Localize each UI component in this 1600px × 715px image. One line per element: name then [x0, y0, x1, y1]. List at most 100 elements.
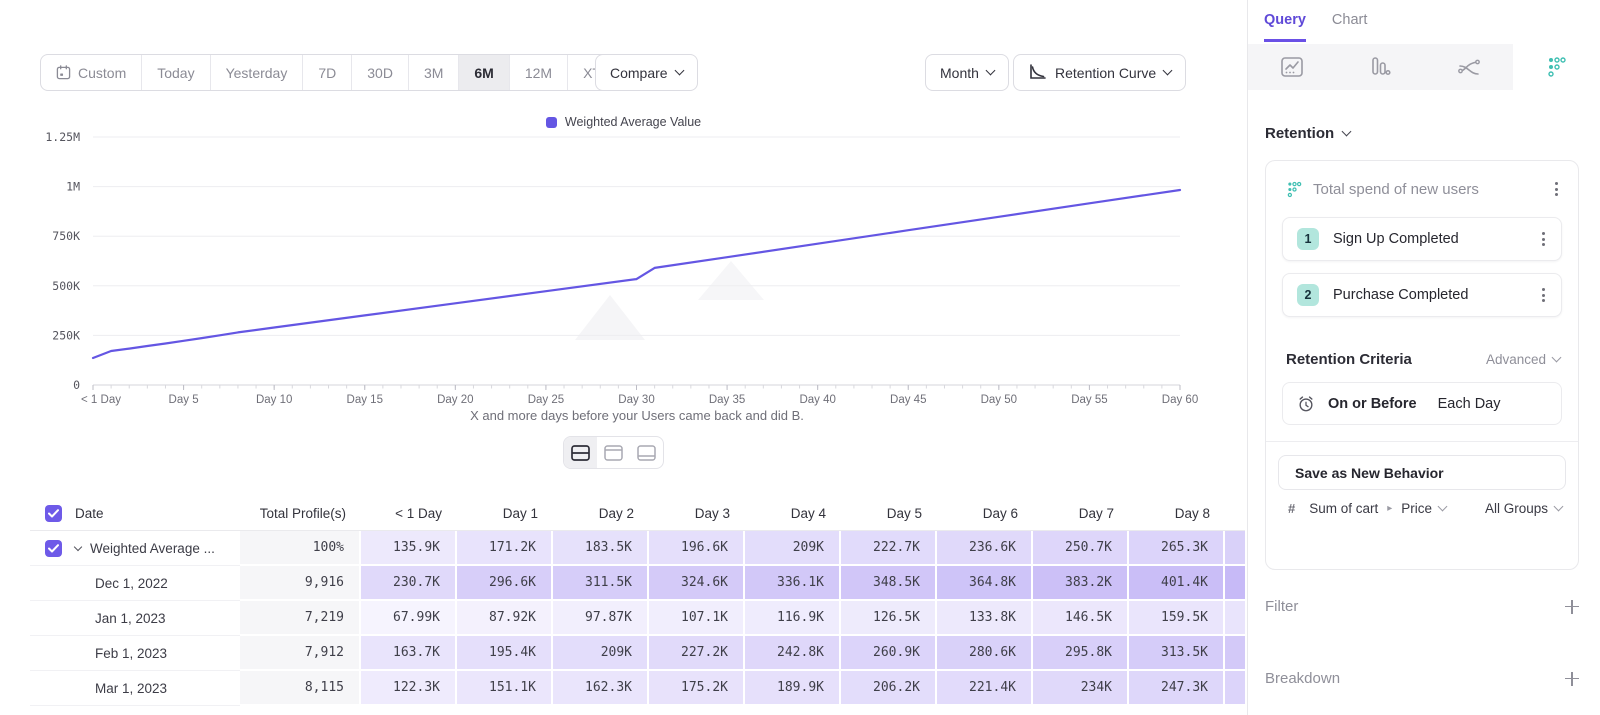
kebab-menu-icon[interactable] [1535, 229, 1551, 249]
cell-day-value[interactable]: 296.6K [457, 566, 553, 601]
cell-day-value[interactable]: 162.3K [553, 671, 649, 706]
cell-day-value[interactable]: 195.4K [457, 636, 553, 671]
cell-day-value[interactable]: 265.3K [1129, 531, 1225, 566]
cell-day-value[interactable]: 364.8K [937, 566, 1033, 601]
add-breakdown-button[interactable] [1565, 672, 1579, 686]
tab-chart[interactable]: Chart [1332, 12, 1367, 42]
cell-day-value[interactable]: 230.7K [361, 566, 457, 601]
cell-day-value[interactable]: 126.5K [841, 601, 937, 636]
cell-day-value[interactable]: 206.2K [841, 671, 937, 706]
behavior-step-1[interactable]: 1Sign Up Completed [1282, 217, 1562, 261]
row-label: Mar 1, 2023 [95, 681, 167, 696]
table-header-day-5[interactable]: Day 5 [841, 496, 937, 531]
table-header-day-7[interactable]: Day 7 [1033, 496, 1129, 531]
cell-day-value[interactable]: 209K [745, 531, 841, 566]
table-header-total-profile-s-[interactable]: Total Profile(s) [240, 496, 361, 531]
criteria-value[interactable]: Each Day [1438, 396, 1501, 412]
cell-day-value[interactable]: 250.7K [1033, 531, 1129, 566]
all-groups-dropdown[interactable]: All Groups [1485, 501, 1562, 516]
cell-day-value[interactable]: 163.7K [361, 636, 457, 671]
chart-view-button[interactable] [597, 437, 630, 468]
cell-day-value[interactable]: 209K [553, 636, 649, 671]
criteria-card[interactable]: On or Before Each Day [1282, 382, 1562, 425]
x-axis-tick-label: Day 50 [981, 394, 1017, 406]
cell-total-profiles[interactable]: 100% [240, 531, 361, 566]
cell-day-value[interactable]: 222.7K [841, 531, 937, 566]
cell-day-value[interactable]: 116.9K [745, 601, 841, 636]
kebab-menu-icon[interactable] [1535, 285, 1551, 305]
cell-day-value[interactable]: 295.8K [1033, 636, 1129, 671]
cell-day-value[interactable]: 227.2K [649, 636, 745, 671]
cell-day-value[interactable]: 196.6K [649, 531, 745, 566]
cell-day-value[interactable]: 159.5K [1129, 601, 1225, 636]
measure-dropdown[interactable]: Sum of cart ▸ Price [1309, 501, 1485, 516]
table-header-day-8[interactable]: Day 8 [1129, 496, 1225, 531]
cell-total-profiles[interactable]: 9,916 [240, 566, 361, 601]
cell-day-value[interactable]: 313.5K [1129, 636, 1225, 671]
cell-day-value[interactable]: 242.8K [745, 636, 841, 671]
select-all-checkbox[interactable] [45, 505, 62, 522]
behavior-steps: 1Sign Up Completed 2Purchase Completed [1266, 217, 1578, 317]
table-header-day-3[interactable]: Day 3 [649, 496, 745, 531]
cell-total-profiles[interactable]: 7,219 [240, 601, 361, 636]
cell-day9-sliver [1225, 531, 1245, 566]
tab-insights[interactable] [1248, 44, 1336, 90]
table-header--1-day[interactable]: < 1 Day [361, 496, 457, 531]
cell-day-value[interactable]: 107.1K [649, 601, 745, 636]
behavior-name[interactable]: Total spend of new users [1313, 181, 1538, 198]
table-row-date[interactable]: Dec 1, 2022 [30, 566, 240, 601]
behavior-header: Total spend of new users [1266, 161, 1578, 205]
cell-day-value[interactable]: 97.87K [553, 601, 649, 636]
tab-flows[interactable] [1425, 44, 1513, 90]
table-header-day-6[interactable]: Day 6 [937, 496, 1033, 531]
table-row-date[interactable]: Weighted Average ... [30, 531, 240, 566]
watermark-triangle [575, 295, 645, 340]
cell-day-value[interactable]: 189.9K [745, 671, 841, 706]
cell-day-value[interactable]: 171.2K [457, 531, 553, 566]
table-header-day-2[interactable]: Day 2 [553, 496, 649, 531]
cell-day-value[interactable]: 183.5K [553, 531, 649, 566]
report-type-dropdown[interactable]: Retention [1265, 125, 1350, 142]
behavior-step-2[interactable]: 2Purchase Completed [1282, 273, 1562, 317]
cell-day-value[interactable]: 247.3K [1129, 671, 1225, 706]
cell-day-value[interactable]: 401.4K [1129, 566, 1225, 601]
add-filter-button[interactable] [1565, 600, 1579, 614]
table-header-day-1[interactable]: Day 1 [457, 496, 553, 531]
row-checkbox[interactable] [45, 540, 62, 557]
cell-day-value[interactable]: 236.6K [937, 531, 1033, 566]
expand-row-chevron-icon[interactable] [74, 542, 82, 550]
cell-day-value[interactable]: 234K [1033, 671, 1129, 706]
table-header-day-4[interactable]: Day 4 [745, 496, 841, 531]
kebab-menu-icon[interactable] [1548, 179, 1564, 199]
tab-retention[interactable] [1513, 44, 1600, 90]
cell-day-value[interactable]: 221.4K [937, 671, 1033, 706]
cell-day-value[interactable]: 146.5K [1033, 601, 1129, 636]
cell-total-profiles[interactable]: 8,115 [240, 671, 361, 706]
table-row-date[interactable]: Mar 1, 2023 [30, 671, 240, 706]
cell-day-value[interactable]: 133.8K [937, 601, 1033, 636]
cell-day-value[interactable]: 336.1K [745, 566, 841, 601]
save-as-new-behavior-button[interactable]: Save as New Behavior [1278, 455, 1566, 490]
cell-day-value[interactable]: 348.5K [841, 566, 937, 601]
cell-day-value[interactable]: 280.6K [937, 636, 1033, 671]
cell-day-value[interactable]: 122.3K [361, 671, 457, 706]
criteria-operator[interactable]: On or Before [1328, 396, 1417, 412]
cell-day-value[interactable]: 175.2K [649, 671, 745, 706]
cell-day-value[interactable]: 383.2K [1033, 566, 1129, 601]
cell-day-value[interactable]: 311.5K [553, 566, 649, 601]
cell-day-value[interactable]: 67.99K [361, 601, 457, 636]
table-view-button[interactable] [630, 437, 663, 468]
cell-day-value[interactable]: 151.1K [457, 671, 553, 706]
table-row-date[interactable]: Jan 1, 2023 [30, 601, 240, 636]
table-row-date[interactable]: Feb 1, 2023 [30, 636, 240, 671]
cell-total-profiles[interactable]: 7,912 [240, 636, 361, 671]
advanced-dropdown[interactable]: Advanced [1486, 352, 1560, 367]
cell-day-value[interactable]: 260.9K [841, 636, 937, 671]
cell-day-value[interactable]: 324.6K [649, 566, 745, 601]
retention-curve-chart[interactable]: 0250K500K750K1M1.25M< 1 DayDay 5Day 10Da… [0, 0, 1247, 460]
tab-query[interactable]: Query [1264, 12, 1306, 42]
cell-day-value[interactable]: 87.92K [457, 601, 553, 636]
split-view-button[interactable] [564, 437, 597, 468]
cell-day-value[interactable]: 135.9K [361, 531, 457, 566]
tab-funnels[interactable] [1336, 44, 1424, 90]
